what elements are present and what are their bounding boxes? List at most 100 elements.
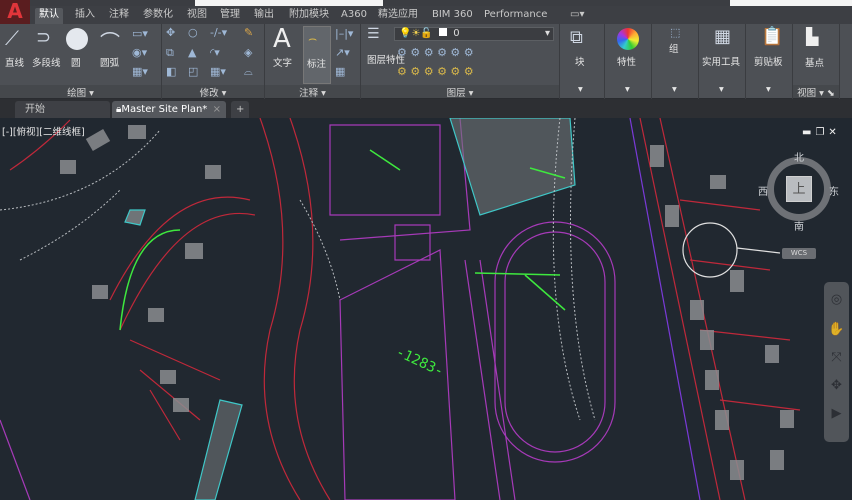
buildings <box>60 125 794 480</box>
document-tabs: 开始 🔒︎Master Site Plan* × + <box>0 99 852 118</box>
drawing-canvas[interactable]: -1283- <box>0 118 852 500</box>
compass-east[interactable]: 东 <box>829 183 839 198</box>
panel-clipboard[interactable]: 📋 剪贴板 ▾ <box>746 24 793 99</box>
panel-modify: ✥ ○ -/-▾ ✎ ⧉ ▲ ◜▾ ◈ ◧ ◰ ▦▾ ⌓ 修改 ▾ <box>162 24 265 99</box>
rectangle-icon[interactable]: ▭▾ <box>132 27 148 40</box>
roads <box>9 118 801 500</box>
table-icon[interactable]: ▦ <box>335 65 345 78</box>
panel-properties[interactable]: 特性 ▾ <box>605 24 652 99</box>
panel-layers-label[interactable]: 图层 ▾ <box>361 85 559 99</box>
elevation-label: -1283- <box>393 344 446 380</box>
compass-west[interactable]: 西 <box>758 183 768 198</box>
ucs-menu[interactable]: WCS <box>782 248 816 259</box>
panel-annotation: A 文字 ⌢ 标注 |–|▾ ↗▾ ▦ 注释 ▾ <box>265 24 361 99</box>
panel-draw-label[interactable]: 绘图 ▾ <box>0 85 161 99</box>
running-track <box>494 221 616 463</box>
tab-a360[interactable]: A360 <box>337 8 371 22</box>
compass-north[interactable]: 北 <box>794 149 804 164</box>
panel-view-label[interactable]: 视图 ▾ ⬊ <box>793 85 839 99</box>
tab-parametric[interactable]: 参数化 <box>139 8 177 22</box>
mirror-icon[interactable]: ▲ <box>188 46 196 59</box>
layer-tools-icons[interactable]: ⚙ ⚙ ⚙ ⚙ ⚙ ⚙ <box>397 46 474 59</box>
layer-properties-icon: ☰ <box>367 26 380 42</box>
tab-performance[interactable]: Performance <box>480 8 551 22</box>
tab-view[interactable]: 视图 <box>183 8 211 22</box>
arc-button[interactable]: 圆弧 <box>100 55 119 69</box>
ribbon: ⟋ ⊃ ⌒ 直线 多段线 圆 圆弧 ▭▾ ◉▾ ▦▾ 绘图 ▾ ✥ ○ -/-▾… <box>0 24 852 99</box>
panel-utilities[interactable]: ▦ 实用工具 ▾ <box>699 24 746 99</box>
navigation-bar: ◎ ✋ ⤧ ✥ ▶ <box>824 282 849 442</box>
move-icon[interactable]: ✥ <box>166 26 175 39</box>
fillet-icon[interactable]: ◜▾ <box>210 46 220 59</box>
tab-manage[interactable]: 管理 <box>216 8 244 22</box>
viewcube-top-face[interactable]: 上 <box>786 176 812 202</box>
site-boundaries <box>0 118 701 500</box>
panel-view: ▙ 基点 视图 ▾ ⬊ <box>793 24 840 99</box>
polyline-button[interactable]: 多段线 <box>32 55 61 69</box>
block-icon: ⧉ <box>570 27 583 48</box>
text-button[interactable]: 文字 <box>273 55 292 69</box>
polyline-icon: ⊃ <box>36 27 52 48</box>
tab-addins[interactable]: 附加模块 <box>285 8 333 22</box>
selection-circle <box>682 222 738 278</box>
scale-icon[interactable]: ◰ <box>188 65 198 78</box>
tab-output[interactable]: 输出 <box>250 8 278 22</box>
leader-icon[interactable]: ↗▾ <box>335 46 350 59</box>
layer-tools-icons-2[interactable]: ⚙ ⚙ ⚙ ⚙ ⚙ ⚙ <box>397 65 474 78</box>
viewcube[interactable]: 上 北 南 西 东 <box>758 149 839 233</box>
compass-south[interactable]: 南 <box>794 218 804 233</box>
chevron-down-icon: ▾ <box>672 84 677 95</box>
dimension-icon: ⌢ <box>308 31 318 47</box>
circle-button[interactable]: 圆 <box>71 55 81 69</box>
tab-start[interactable]: 开始 <box>15 101 110 118</box>
text-icon: A <box>273 24 291 54</box>
new-tab-button[interactable]: + <box>231 101 249 118</box>
line-button[interactable]: 直线 <box>5 55 24 69</box>
rotate-icon[interactable]: ○ <box>188 26 198 39</box>
viewport-controls[interactable]: [-][俯视][二维线框] <box>2 124 85 138</box>
clipboard-icon: 📋 <box>761 26 784 47</box>
close-icon[interactable]: × <box>213 101 221 118</box>
lightbulb-icon: 💡☀🔓 <box>399 28 433 39</box>
dimension-button[interactable]: ⌢ 标注 <box>303 26 331 84</box>
copy-icon[interactable]: ⧉ <box>166 46 174 60</box>
tab-bim360[interactable]: BIM 360 <box>428 8 477 22</box>
linear-dimension-icon[interactable]: |–|▾ <box>335 27 353 40</box>
panel-groups[interactable]: ⬚ 组 ▾ <box>652 24 699 99</box>
trim-icon[interactable]: -/-▾ <box>210 26 227 39</box>
layer-color-swatch <box>439 28 448 36</box>
panel-block[interactable]: ⧉ 块 ▾ <box>560 24 605 99</box>
offset-icon[interactable]: ⌓ <box>244 65 253 79</box>
ribbon-options-icon[interactable]: ▭▾ <box>566 8 588 22</box>
hatched-areas <box>124 118 576 500</box>
panel-modify-label[interactable]: 修改 ▾ <box>162 85 264 99</box>
panel-layers: ☰ 图层特性 💡☀🔓 0 ▾ ⚙ ⚙ ⚙ ⚙ ⚙ ⚙ ⚙ ⚙ ⚙ ⚙ ⚙ ⚙ 图… <box>361 24 560 99</box>
tab-featured-apps[interactable]: 精选应用 <box>374 8 422 22</box>
pan-icon[interactable]: ✋ <box>828 322 845 337</box>
minimize-icon[interactable]: ▬ <box>802 127 815 138</box>
calculator-icon: ▦ <box>714 26 732 47</box>
chevron-down-icon: ▾ <box>578 84 583 95</box>
base-button[interactable]: 基点 <box>805 55 824 69</box>
tab-insert[interactable]: 插入 <box>71 8 99 22</box>
orbit-icon[interactable]: ✥ <box>828 378 845 393</box>
layer-dropdown[interactable]: 💡☀🔓 0 ▾ <box>394 27 554 41</box>
panel-draw: ⟋ ⊃ ⌒ 直线 多段线 圆 圆弧 ▭▾ ◉▾ ▦▾ 绘图 ▾ <box>0 24 162 99</box>
erase-icon[interactable]: ✎ <box>244 26 253 39</box>
restore-icon[interactable]: ❐ <box>815 127 828 138</box>
stretch-icon[interactable]: ◧ <box>166 65 176 78</box>
color-wheel-icon <box>617 28 639 50</box>
zoom-icon[interactable]: ⤧ <box>828 350 845 365</box>
tab-master-site-plan[interactable]: 🔒︎Master Site Plan* × <box>112 101 226 118</box>
panel-annotation-label[interactable]: 注释 ▾ <box>265 85 360 99</box>
hatch-icon[interactable]: ▦▾ <box>132 65 148 78</box>
ellipse-icon[interactable]: ◉▾ <box>132 46 147 59</box>
tab-annotate[interactable]: 注释 <box>105 8 133 22</box>
close-icon[interactable]: ✕ <box>828 127 840 138</box>
application-menu-button[interactable]: A <box>0 0 30 24</box>
showmotion-icon[interactable]: ▶ <box>828 406 845 421</box>
steering-wheel-icon[interactable]: ◎ <box>828 292 845 307</box>
array-icon[interactable]: ▦▾ <box>210 65 226 78</box>
explode-icon[interactable]: ◈ <box>244 46 252 59</box>
tab-default[interactable]: 默认 <box>35 8 63 24</box>
